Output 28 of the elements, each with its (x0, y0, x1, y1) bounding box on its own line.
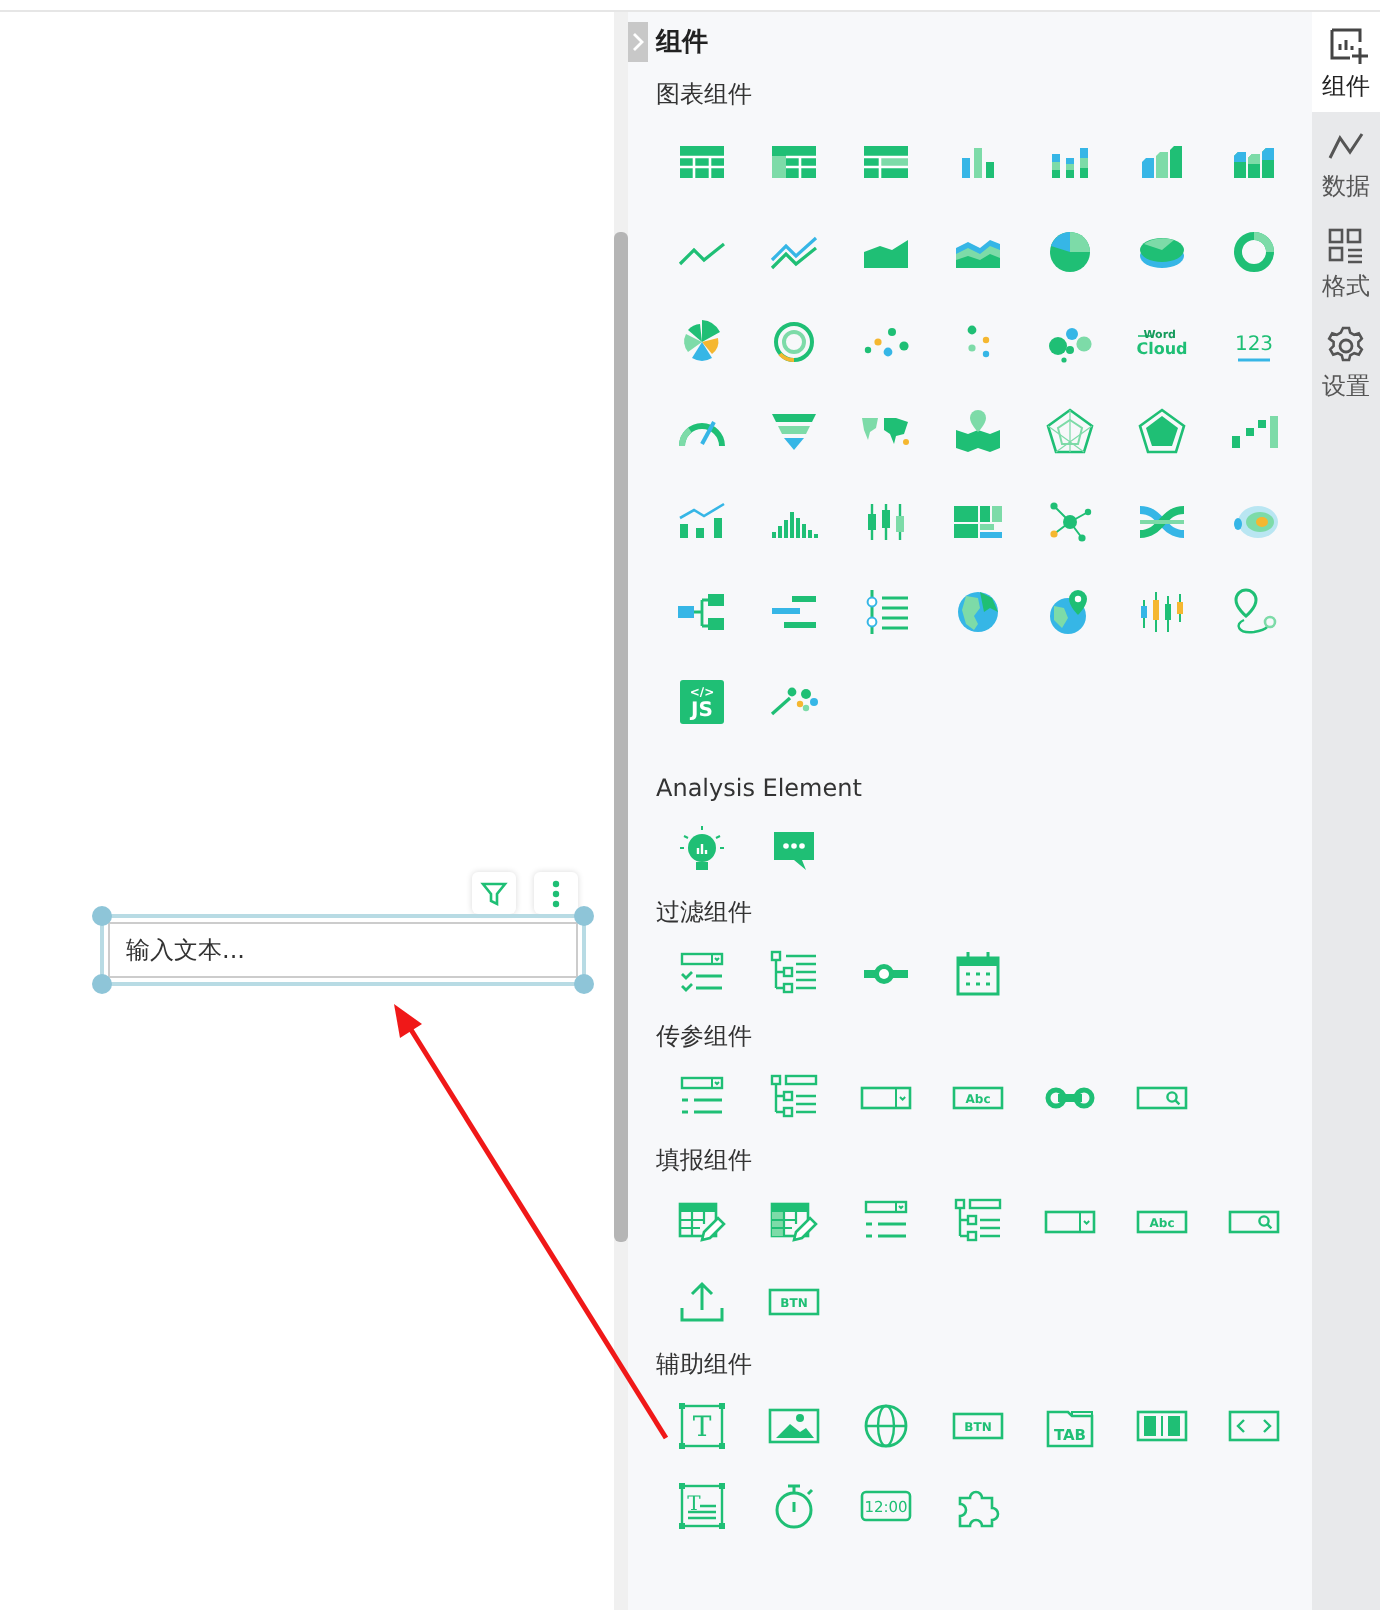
side-tab[interactable]: 设置 (1312, 312, 1380, 412)
resize-handle[interactable] (574, 906, 594, 926)
resize-handle[interactable] (92, 974, 112, 994)
section-title: 填报组件 (656, 1144, 754, 1178)
scrollbar-thumb[interactable] (614, 232, 628, 1242)
text-frame-icon[interactable]: T (674, 1398, 730, 1454)
side-tab[interactable]: 组件 (1312, 12, 1380, 112)
filter-icon (480, 879, 508, 907)
section-title: 辅助组件 (656, 1348, 754, 1382)
grid-icon (1324, 224, 1368, 268)
side-tab[interactable]: 格式 (1312, 212, 1380, 312)
line-chart-icon (1328, 132, 1364, 160)
section-title: 图表组件 (656, 78, 754, 112)
chevron-right-icon (632, 32, 644, 52)
section-title: 传参组件 (656, 1020, 754, 1054)
more-icon (552, 879, 560, 907)
filter-button[interactable] (472, 872, 516, 914)
radar-chart-icon[interactable] (1134, 403, 1190, 459)
radar-chart-icon[interactable] (1042, 403, 1098, 459)
section-title: 过滤组件 (656, 896, 754, 930)
collapse-button[interactable] (628, 22, 648, 62)
resize-handle[interactable] (574, 974, 594, 994)
more-button[interactable] (534, 872, 578, 914)
section-title: Analysis Element (656, 772, 864, 806)
side-tab[interactable]: 数据 (1312, 112, 1380, 212)
panel-title: 组件 (656, 26, 708, 60)
resize-handle[interactable] (92, 906, 112, 926)
rich-text-icon[interactable]: T (674, 1478, 730, 1534)
